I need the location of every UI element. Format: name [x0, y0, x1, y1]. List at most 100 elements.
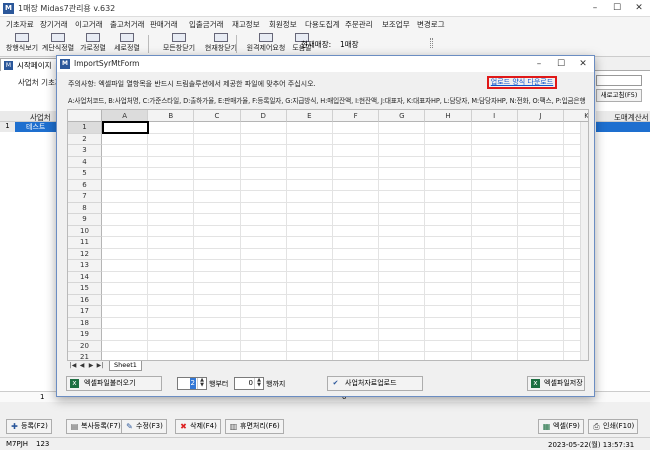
grid-column-line: [470, 122, 472, 360]
row-header[interactable]: 18: [68, 317, 102, 329]
row-header[interactable]: 15: [68, 283, 102, 295]
next-sheet-icon[interactable]: ▶: [87, 362, 95, 370]
toolbar-button-4[interactable]: 모든창닫기: [160, 32, 198, 56]
vertical-scrollbar[interactable]: [580, 122, 588, 360]
row-header[interactable]: 17: [68, 306, 102, 318]
prev-sheet-icon[interactable]: ◀: [78, 362, 86, 370]
row-header[interactable]: 16: [68, 294, 102, 306]
row-header[interactable]: 14: [68, 271, 102, 283]
column-header[interactable]: K: [564, 110, 588, 122]
bottom-button-icon: ▤: [70, 422, 79, 431]
tab-start-page[interactable]: M 시작페이지: [0, 58, 57, 71]
row-header[interactable]: 5: [68, 168, 102, 180]
bottom-button-3[interactable]: ✖ 삭제(F4): [175, 419, 221, 434]
menu-item-4[interactable]: 판매거래: [150, 19, 178, 30]
row-header[interactable]: 19: [68, 329, 102, 341]
toolbar-button-6[interactable]: 원격제어요청: [244, 32, 288, 56]
dialog-minimize-button[interactable]: –: [528, 56, 550, 72]
menu-item-7[interactable]: 회원정보: [269, 19, 297, 30]
to-row-value: 0: [248, 379, 253, 387]
column-header[interactable]: J: [517, 110, 564, 122]
bottom-button-5[interactable]: ▦ 엑셀(F9): [538, 419, 584, 434]
toolbar-button-0[interactable]: 창행식보기: [5, 32, 39, 56]
row-header[interactable]: 21: [68, 352, 102, 360]
last-sheet-icon[interactable]: ▶|: [96, 362, 104, 370]
template-download-link[interactable]: 업로드 양식 다운로드: [487, 76, 557, 89]
select-all-corner[interactable]: [68, 110, 102, 122]
column-header[interactable]: D: [240, 110, 287, 122]
bottom-button-2[interactable]: ✎ 수정(F3): [121, 419, 167, 434]
menu-item-0[interactable]: 기초자료: [6, 19, 34, 30]
menu-item-11[interactable]: 변경로그: [417, 19, 445, 30]
spreadsheet-grid[interactable]: ABCDEFGHIJK 1 2 3 4 5 6 7 8 9 10 11 12 13 14 15 16 17 18 1…: [67, 109, 589, 361]
row-header[interactable]: 6: [68, 179, 102, 191]
menu-item-8[interactable]: 다용도집계: [305, 19, 340, 30]
to-row-stepper[interactable]: 0 ▲ ▼: [234, 377, 264, 390]
column-header[interactable]: F: [333, 110, 380, 122]
row-header[interactable]: 1: [68, 122, 102, 134]
main-minimize-button[interactable]: –: [584, 0, 606, 17]
menu-item-1[interactable]: 장기거래: [40, 19, 68, 30]
sheet-tab[interactable]: Sheet1: [109, 361, 142, 371]
main-maximize-button[interactable]: ☐: [606, 0, 628, 17]
row-header[interactable]: 11: [68, 237, 102, 249]
grid-column-line: [332, 122, 333, 360]
column-header[interactable]: E: [286, 110, 333, 122]
bottom-button-icon: ⎙: [593, 422, 600, 431]
grid-column-line: [378, 122, 380, 360]
grid-column-line: [424, 122, 426, 360]
bottom-button-0[interactable]: ✚ 등록(F2): [6, 419, 52, 434]
tab-label: 시작페이지: [17, 61, 52, 70]
from-row-stepper[interactable]: 2 ▲ ▼: [177, 377, 207, 390]
menu-item-5[interactable]: 입출금거래: [189, 19, 224, 30]
column-header[interactable]: C: [194, 110, 241, 122]
bottom-button-1[interactable]: ▤ 복사등록(F7): [66, 419, 125, 434]
to-row-label: 행까지: [266, 380, 286, 388]
toolbar-button-2[interactable]: 가로정렬: [77, 32, 109, 56]
menu-item-10[interactable]: 보조업무: [382, 19, 410, 30]
bottom-button-6[interactable]: ⎙ 인쇄(F10): [588, 419, 639, 434]
main-close-button[interactable]: ✕: [628, 0, 650, 17]
row-header[interactable]: 2: [68, 133, 102, 145]
toolbar-grip: [430, 38, 433, 48]
menu-item-3[interactable]: 출고처거래: [110, 19, 145, 30]
stepper-arrows-icon[interactable]: ▲ ▼: [254, 378, 263, 389]
column-header[interactable]: G: [379, 110, 426, 122]
column-header[interactable]: H: [425, 110, 472, 122]
background-search-input[interactable]: [596, 75, 642, 86]
stepper-arrows-icon[interactable]: ▲ ▼: [197, 378, 206, 389]
selected-row[interactable]: 테스트: [15, 122, 56, 132]
menu-item-6[interactable]: 재고정보: [232, 19, 260, 30]
bottom-button-label: 인쇄(F10): [603, 422, 635, 430]
toolbar-button-1[interactable]: 계단식정렬: [40, 32, 76, 56]
column-header[interactable]: B: [148, 110, 195, 122]
save-excel-button[interactable]: x 엑셀파일저장: [527, 376, 585, 391]
menu-item-9[interactable]: 주문관리: [345, 19, 373, 30]
grid-column-line: [239, 122, 241, 360]
column-header[interactable]: I: [471, 110, 518, 122]
row-header[interactable]: 7: [68, 191, 102, 203]
row-header[interactable]: 3: [68, 145, 102, 157]
row-header[interactable]: 20: [68, 340, 102, 352]
load-excel-button[interactable]: x 엑셀파일불러오기: [66, 376, 162, 391]
first-sheet-icon[interactable]: |◀: [69, 362, 77, 370]
dialog-close-button[interactable]: ✕: [572, 56, 594, 72]
notice-text: 주의사항: 엑셀파일 열항목을 반드시 드림솔루션에서 제공한 파일에 맞추어 …: [68, 80, 316, 88]
selected-row-right[interactable]: [596, 122, 650, 132]
bottom-button-label: 휴면처리(F6): [240, 422, 280, 430]
bottom-button-label: 등록(F2): [21, 422, 48, 430]
current-store-value: 1매장: [340, 40, 359, 49]
row-header[interactable]: 12: [68, 248, 102, 260]
active-cell[interactable]: [102, 121, 149, 134]
bottom-button-4[interactable]: ▥ 휴면처리(F6): [225, 419, 284, 434]
row-header[interactable]: 9: [68, 214, 102, 226]
menu-item-2[interactable]: 이고거래: [75, 19, 103, 30]
row-header[interactable]: 8: [68, 202, 102, 214]
row-header[interactable]: 4: [68, 156, 102, 168]
refresh-button[interactable]: 새로고침(F5): [596, 89, 642, 102]
dialog-maximize-button[interactable]: ☐: [550, 56, 572, 72]
row-header[interactable]: 10: [68, 225, 102, 237]
toolbar-button-3[interactable]: 세로정렬: [110, 32, 144, 56]
row-header[interactable]: 13: [68, 260, 102, 272]
upload-accounts-button[interactable]: ✔ 사업처자료업로드: [327, 376, 423, 391]
